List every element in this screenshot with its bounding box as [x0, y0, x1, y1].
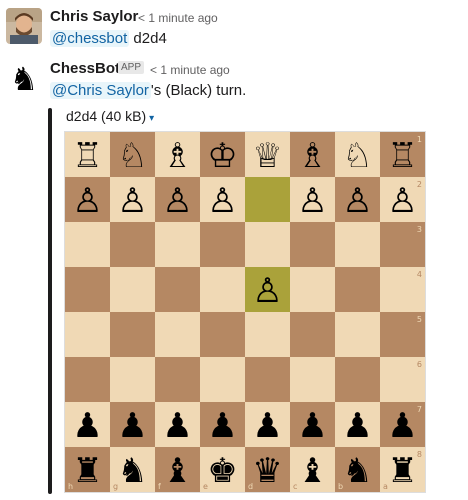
piece-b8: ♞ — [342, 451, 372, 491]
piece-b7: ♟ — [342, 406, 372, 446]
file-label: f — [158, 482, 161, 491]
piece-d1: ♕ — [252, 136, 282, 176]
square-b5 — [335, 312, 380, 357]
square-d6 — [245, 357, 290, 402]
piece-c8: ♝ — [297, 451, 327, 491]
piece-a8: ♜ — [387, 451, 417, 491]
piece-e8: ♚ — [207, 451, 237, 491]
square-f6 — [155, 357, 200, 402]
piece-c1: ♗ — [297, 136, 327, 176]
piece-f7: ♟ — [162, 406, 192, 446]
square-c5 — [290, 312, 335, 357]
piece-g8: ♞ — [117, 451, 147, 491]
author-name[interactable]: Chris Saylor — [50, 8, 138, 25]
square-g5 — [110, 312, 155, 357]
square-h3 — [65, 222, 110, 267]
piece-h7: ♟ — [72, 406, 102, 446]
svg-text:♞: ♞ — [10, 60, 39, 96]
piece-f8: ♝ — [162, 451, 192, 491]
square-h5 — [65, 312, 110, 357]
message-timestamp[interactable]: < 1 minute ago — [150, 63, 230, 77]
file-label: b — [338, 482, 343, 491]
piece-c7: ♟ — [297, 406, 327, 446]
piece-c2: ♙ — [297, 181, 327, 221]
file-label: e — [203, 482, 208, 491]
square-f3 — [155, 222, 200, 267]
piece-h2: ♙ — [72, 181, 102, 221]
piece-d4: ♙ — [252, 271, 282, 311]
mention-chris-saylor[interactable]: @Chris Saylor — [50, 82, 151, 99]
piece-e7: ♟ — [207, 406, 237, 446]
square-g4 — [110, 267, 155, 312]
square-f5 — [155, 312, 200, 357]
piece-f1: ♗ — [162, 136, 192, 176]
square-f4 — [155, 267, 200, 312]
rank-label: 8 — [417, 450, 422, 459]
square-b6 — [335, 357, 380, 402]
square-c3 — [290, 222, 335, 267]
piece-h1: ♖ — [72, 136, 102, 176]
app-badge: APP — [118, 61, 145, 74]
rank-label: 5 — [417, 315, 422, 324]
rank-label: 7 — [417, 405, 422, 414]
square-c4 — [290, 267, 335, 312]
square-b4 — [335, 267, 380, 312]
avatar-chris-saylor[interactable] — [6, 8, 42, 44]
attachment-bar — [48, 108, 52, 494]
message-text: @Chris Saylor's (Black) turn. — [50, 82, 246, 99]
piece-h8: ♜ — [72, 451, 102, 491]
piece-g7: ♟ — [117, 406, 147, 446]
square-g6 — [110, 357, 155, 402]
square-e6 — [200, 357, 245, 402]
piece-e2: ♙ — [207, 181, 237, 221]
square-h4 — [65, 267, 110, 312]
chessbot-knight-icon[interactable]: ♞ — [6, 60, 42, 98]
message-body: 's (Black) turn. — [150, 82, 247, 99]
rank-label: 2 — [417, 180, 422, 189]
chevron-down-icon[interactable]: ▾ — [149, 113, 154, 124]
piece-d8: ♛ — [252, 451, 282, 491]
rank-label: 6 — [417, 360, 422, 369]
mention-chessbot[interactable]: @chessbot — [50, 30, 130, 47]
file-label: a — [383, 482, 388, 491]
square-h6 — [65, 357, 110, 402]
author-name[interactable]: ChessBot — [50, 60, 120, 77]
file-label: g — [113, 482, 118, 491]
piece-g1: ♘ — [117, 136, 147, 176]
message-text: @chessbot d2d4 — [50, 30, 167, 47]
square-e3 — [200, 222, 245, 267]
square-g3 — [110, 222, 155, 267]
message-body: d2d4 — [129, 30, 167, 47]
rank-label: 3 — [417, 225, 422, 234]
file-label: c — [293, 482, 297, 491]
file-label: d — [248, 482, 253, 491]
square-b3 — [335, 222, 380, 267]
attachment-title[interactable]: d2d4 (40 kB) ▾ — [66, 108, 154, 124]
chess-board-image[interactable]: ♖ ♘ ♗ ♔ ♕ ♗ ♘ ♖ 1 ♙ ♙ ♙ ♙ ♙ ♙ ♙ 2 3 ♙ 4 5 6 ♟ ♟ ♟ ♟ ♟ ♟ ♟ ♟ 7 ♜ ♞ ♝ ♚ ♛ ♝ ♞ ♜ 8… — [64, 131, 426, 493]
square-d3 — [245, 222, 290, 267]
piece-f2: ♙ — [162, 181, 192, 221]
attachment-filename[interactable]: d2d4 (40 kB) — [66, 108, 146, 124]
piece-a7: ♟ — [387, 406, 417, 446]
piece-e1: ♔ — [207, 136, 237, 176]
piece-d7: ♟ — [252, 406, 282, 446]
rank-label: 1 — [417, 135, 422, 144]
piece-g2: ♙ — [117, 181, 147, 221]
square-d5 — [245, 312, 290, 357]
piece-a2: ♙ — [387, 181, 417, 221]
square-c6 — [290, 357, 335, 402]
square-e4 — [200, 267, 245, 312]
square-d2 — [245, 177, 290, 222]
square-e5 — [200, 312, 245, 357]
message-timestamp[interactable]: < 1 minute ago — [138, 11, 218, 25]
piece-b2: ♙ — [342, 181, 372, 221]
rank-label: 4 — [417, 270, 422, 279]
file-label: h — [68, 482, 73, 491]
piece-b1: ♘ — [342, 136, 372, 176]
piece-a1: ♖ — [387, 136, 417, 176]
